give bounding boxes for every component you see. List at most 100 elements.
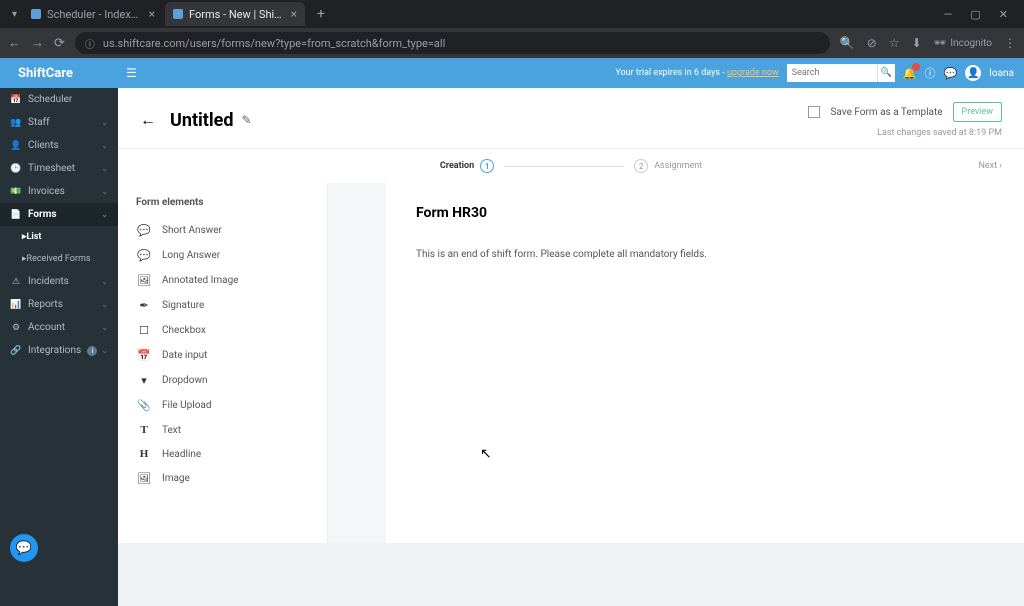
favicon-icon (173, 9, 183, 19)
element-date-input[interactable]: 📅Date input (136, 343, 309, 368)
sidebar-item-invoices[interactable]: 💵Invoices⌄ (0, 180, 118, 203)
step-assignment[interactable]: 2 Assignment (634, 159, 702, 173)
avatar[interactable]: 👤 (965, 65, 981, 81)
chevron-down-icon: ⌄ (101, 187, 108, 196)
chat-icon[interactable]: 💬 (943, 67, 957, 80)
chevron-down-icon: ⌄ (101, 141, 108, 150)
incidents-icon: ⚠ (10, 277, 22, 287)
element-short-answer[interactable]: 💬Short Answer (136, 218, 309, 243)
chevron-down-icon: ⌄ (101, 346, 108, 355)
signature-icon: ✒ (136, 299, 152, 312)
form-description[interactable]: This is an end of shift form. Please com… (416, 249, 994, 260)
chevron-down-icon: ⌄ (101, 300, 108, 309)
favicon-icon (31, 9, 41, 19)
chevron-down-icon: ⌄ (101, 210, 108, 219)
download-icon[interactable]: ⬇ (912, 36, 922, 50)
sidebar-item-account[interactable]: ⚙Account⌄ (0, 316, 118, 339)
step-divider (504, 166, 624, 167)
element-annotated-image[interactable]: 🖼Annotated Image (136, 268, 309, 293)
step-creation[interactable]: Creation 1 (440, 159, 494, 173)
drop-zone[interactable] (328, 183, 386, 543)
sidebar: 📅Scheduler 👥Staff⌄ 👤Clients⌄ 🕒Timesheet⌄… (0, 88, 118, 606)
annotated-image-icon: 🖼 (136, 274, 152, 287)
sidebar-subitem-list[interactable]: ▸ List (0, 226, 118, 248)
calendar-icon: 📅 (10, 95, 22, 105)
page-title: Untitled (170, 110, 234, 131)
element-file-upload[interactable]: 📎File Upload (136, 393, 309, 418)
maximize-icon[interactable]: ▢ (970, 8, 980, 21)
tab-title: Scheduler - Index | ShiftCare | (47, 8, 141, 21)
last-saved-text: Last changes saved at 8:19 PM (877, 128, 1002, 138)
invoices-icon: 💵 (10, 187, 22, 197)
timesheet-icon: 🕒 (10, 164, 22, 174)
form-canvas[interactable]: Form HR30 This is an end of shift form. … (386, 183, 1024, 543)
incognito-badge: 🕶 Incognito (934, 38, 992, 49)
menu-icon[interactable]: ⋮ (1004, 36, 1016, 50)
element-headline[interactable]: HHeadline (136, 442, 309, 466)
sidebar-item-scheduler[interactable]: 📅Scheduler (0, 88, 118, 111)
clients-icon: 👤 (10, 141, 22, 151)
element-signature[interactable]: ✒Signature (136, 293, 309, 318)
back-icon[interactable]: ← (8, 35, 21, 51)
save-template-checkbox[interactable] (808, 106, 820, 118)
edit-title-icon[interactable]: ✎ (242, 113, 252, 127)
extensions-icon[interactable]: ⊘ (867, 36, 877, 50)
integrations-icon: 🔗 (10, 346, 22, 356)
next-button[interactable]: Next › (978, 161, 1002, 171)
sidebar-item-incidents[interactable]: ⚠Incidents⌄ (0, 270, 118, 293)
chevron-down-icon: ⌄ (101, 323, 108, 332)
browser-tab-active[interactable]: Forms - New | ShiftCare | Ioana × (165, 2, 305, 26)
close-icon[interactable]: × (291, 7, 297, 21)
upgrade-link[interactable]: upgrade now (727, 68, 779, 78)
element-dropdown[interactable]: ▾Dropdown (136, 368, 309, 393)
reload-icon[interactable]: ⟳ (54, 36, 65, 51)
info-icon[interactable]: ⓘ (924, 65, 935, 81)
search-input[interactable] (787, 64, 877, 82)
sidebar-item-staff[interactable]: 👥Staff⌄ (0, 111, 118, 134)
forward-icon[interactable]: → (31, 35, 44, 51)
sidebar-subitem-received[interactable]: ▸ Received Forms (0, 248, 118, 270)
form-elements-panel: Form elements 💬Short Answer 💬Long Answer… (118, 183, 328, 543)
back-button[interactable]: ← (140, 110, 156, 130)
zoom-icon[interactable]: 🔍 (840, 36, 855, 50)
site-info-icon[interactable]: ⓘ (85, 36, 95, 51)
preview-button[interactable]: Preview (953, 102, 1002, 122)
long-answer-icon: 💬 (136, 249, 152, 262)
element-image[interactable]: 🖼Image (136, 466, 309, 491)
form-title[interactable]: Form HR30 (416, 205, 994, 221)
sidebar-item-reports[interactable]: 📊Reports⌄ (0, 293, 118, 316)
tab-dropdown-icon[interactable]: ▾ (6, 9, 23, 20)
checkbox-icon: ☐ (136, 324, 152, 337)
chevron-down-icon: ⌄ (101, 118, 108, 127)
sidebar-item-integrations[interactable]: 🔗Integrationsi⌄ (0, 339, 118, 362)
brand-logo[interactable]: ShiftCare (0, 66, 118, 81)
browser-tab[interactable]: Scheduler - Index | ShiftCare | × (23, 2, 163, 26)
new-tab-button[interactable]: + (307, 6, 335, 22)
close-window-icon[interactable]: ✕ (999, 8, 1008, 21)
element-checkbox[interactable]: ☐Checkbox (136, 318, 309, 343)
elements-title: Form elements (136, 197, 309, 208)
bookmark-icon[interactable]: ☆ (889, 36, 900, 50)
close-icon[interactable]: × (149, 7, 155, 21)
image-icon: 🖼 (136, 472, 152, 485)
hamburger-icon[interactable]: ☰ (118, 66, 145, 80)
search-button[interactable]: 🔍 (877, 64, 895, 82)
minimize-icon[interactable]: — (944, 8, 953, 21)
info-badge-icon: i (87, 346, 97, 356)
step-number: 1 (480, 159, 494, 173)
sidebar-item-clients[interactable]: 👤Clients⌄ (0, 134, 118, 157)
user-name[interactable]: Ioana (989, 68, 1014, 79)
save-template-label: Save Form as a Template (830, 107, 942, 118)
notifications-icon[interactable]: 🔔 (903, 67, 917, 80)
sidebar-item-forms[interactable]: 📄Forms⌄ (0, 203, 118, 226)
url-bar[interactable]: ⓘ us.shiftcare.com/users/forms/new?type=… (75, 32, 830, 54)
support-chat-button[interactable]: 💬 (10, 534, 38, 562)
staff-icon: 👥 (10, 118, 22, 128)
element-text[interactable]: TText (136, 418, 309, 442)
sidebar-item-timesheet[interactable]: 🕒Timesheet⌄ (0, 157, 118, 180)
account-icon: ⚙ (10, 323, 22, 333)
headline-icon: H (136, 448, 152, 460)
element-long-answer[interactable]: 💬Long Answer (136, 243, 309, 268)
incognito-icon: 🕶 (934, 38, 947, 49)
chevron-down-icon: ⌄ (101, 164, 108, 173)
